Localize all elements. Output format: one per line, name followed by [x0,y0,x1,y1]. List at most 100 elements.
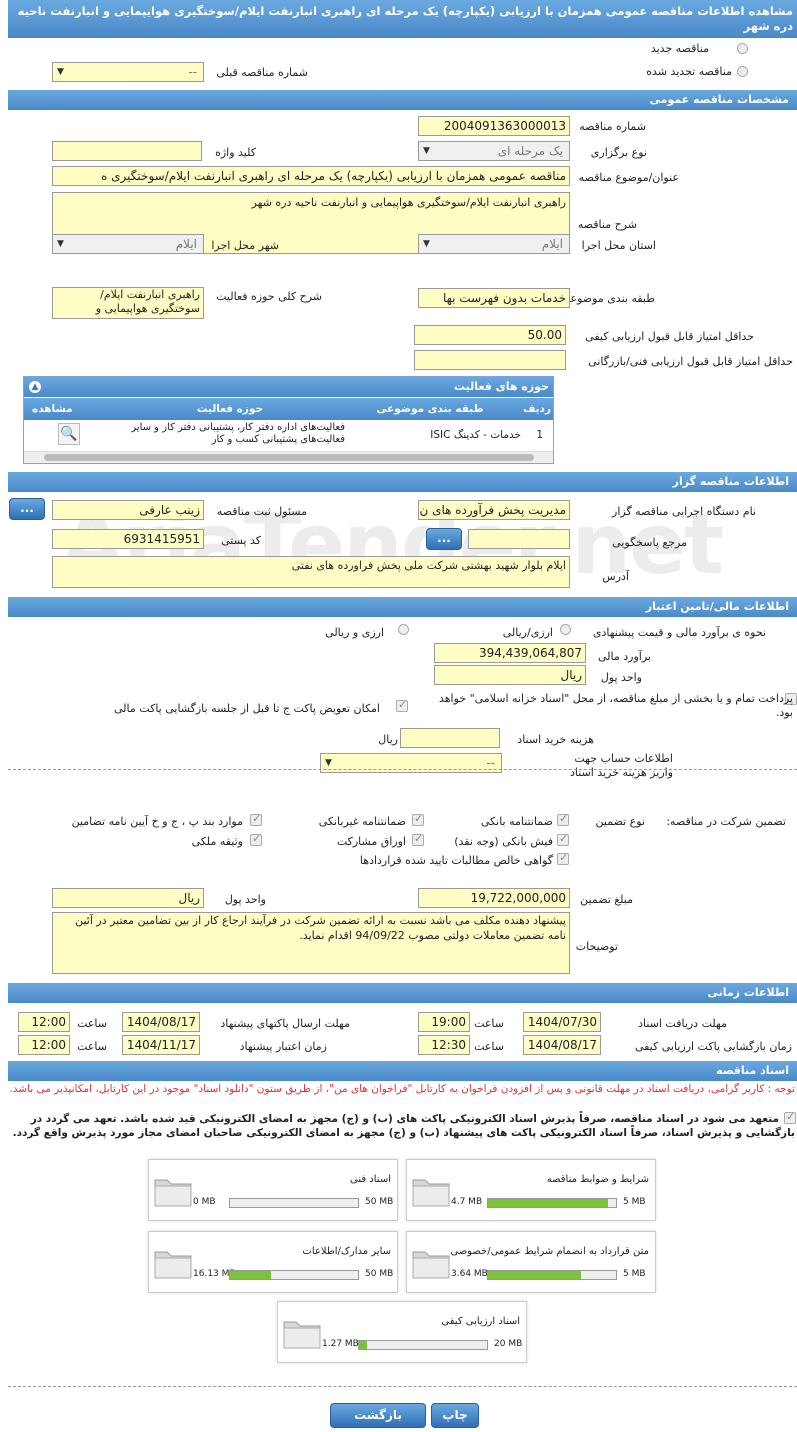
validity-label: زمان اعتبار پیشنهاد [239,1040,327,1053]
print-button[interactable]: چاپ [431,1403,479,1428]
keyword-label: کلید واژه [215,146,256,159]
bonds-label: اوراق مشارکت [336,835,406,848]
scrollbar-thumb[interactable] [44,454,534,461]
folder-icon [154,1179,192,1207]
receive-date-field: 1404/07/30 [523,1012,601,1032]
renewed-tender-radio[interactable] [737,66,748,77]
table-row: 1 خدمات - کدینگ ISIC فعالیت‌های اداره دف… [24,421,553,449]
organizer-section-header: اطلاعات مناقصه گزار [8,472,797,492]
subject-field: مناقصه عمومی همزمان با ارزیابی (یکپارچه)… [52,166,570,186]
view-icon[interactable]: 🔍 [58,423,80,445]
articles-checkbox[interactable] [250,812,262,826]
col-field: حوزه فعالیت [196,403,264,415]
notes-field: پیشنهاد دهنده مکلف می باشد نسبت به ارائه… [52,912,570,974]
opening-time-field: 12:30 [418,1035,470,1055]
activities-panel: حوزه های فعالیت ▲ ردیف طبقه بندی موضوعی … [23,376,554,464]
estimate-field: 394,439,064,807 [434,643,586,663]
reference-lookup-button[interactable]: ... [426,528,462,550]
validity-time-label: ساعت [77,1040,107,1053]
property-checkbox[interactable] [250,832,262,846]
claims-label: گواهی خالص مطالبات تایید شده قراردادها [359,854,553,867]
property-label: وثیقه ملکی [191,835,243,848]
address-field: ایلام بلوار شهید بهشتی شرکت ملی پخش فراو… [52,556,570,588]
account-label: اطلاعات حساب جهت واریز هزینه خرید اسناد [570,752,673,779]
chevron-down-icon: ▼ [57,239,64,249]
cheque-label: فیش بانکی (وجه نقد) [454,835,553,848]
postal-code-field: 6931415951 [52,529,204,549]
officer-lookup-button[interactable]: ... [9,498,45,520]
tender-number-field: 2004091363000013 [418,116,570,136]
rial-fx-label: ارزی/ریالی [502,626,553,639]
cheque-checkbox[interactable] [557,832,569,846]
min-tech-field [414,350,566,370]
chevron-down-icon: ▼ [423,146,430,156]
file-progress [358,1340,488,1350]
category-field: خدمات بدون فهرست بها [418,288,570,308]
commitment-text: متعهد می شود در اسناد مناقصه، صرفاً پذیر… [12,1113,795,1139]
currency-field: ریال [434,665,586,685]
receive-time-label: ساعت [474,1017,504,1030]
nonbank-guarantee-checkbox[interactable] [412,812,424,826]
tender-type-select[interactable]: یک مرحله ای ▼ [418,141,570,161]
activities-header: حوزه های فعالیت ▲ [24,377,553,397]
file-card[interactable]: متن قرارداد به انضمام شرایط عمومی/خصوصی … [406,1231,656,1293]
min-quality-field: 50.00 [414,325,566,345]
min-tech-label: حداقل امتیاز قابل قبول ارزیابی فنی/بازرگ… [588,355,793,368]
bank-guarantee-checkbox[interactable] [557,812,569,826]
new-tender-radio[interactable] [737,43,748,54]
city-label: شهر محل اجرا [211,239,279,252]
prev-number-select[interactable]: -- ▼ [52,62,204,82]
collapse-icon[interactable]: ▲ [29,381,41,393]
tender-number-label: شماره مناقصه [579,120,646,133]
send-date-field: 1404/08/17 [122,1012,200,1032]
opening-label: زمان بازگشایی پاکت ارزیابی کیفی [634,1040,792,1053]
estimate-label: برآورد مالی [598,650,651,663]
validity-time-field: 12:00 [18,1035,70,1055]
opening-time-label: ساعت [474,1040,504,1053]
city-select[interactable]: ایلام ▼ [52,234,204,254]
file-card[interactable]: شرایط و ضوابط مناقصه 4.7 MB 5 MB [406,1159,656,1221]
file-card[interactable]: سایر مدارک/اطلاعات 16.13 MB 50 MB [148,1231,398,1293]
guarantee-type-label: نوع تضمین [595,815,645,828]
prev-number-label: شماره مناقصه قبلی [216,66,308,79]
finance-section-header: اطلاعات مالی/تامین اعتبار [8,597,797,617]
guarantee-currency-label: واحد پول [224,893,266,906]
file-card[interactable]: اسناد ارزیابی کیفی 1.27 MB 20 MB [277,1301,527,1363]
opening-date-field: 1404/08/17 [523,1035,601,1055]
file-card[interactable]: اسناد فنی 0 MB 50 MB [148,1159,398,1221]
org-name-field: مدیریت پخش فرآورده های ن [418,500,570,520]
reference-field [468,529,570,549]
rial-fx-radio[interactable] [560,624,571,635]
officer-field: زینب عارفی [52,500,204,520]
documents-section-header: اسناد مناقصه [8,1061,797,1081]
envelope-replace-checkbox[interactable] [396,698,408,712]
org-name-label: نام دستگاه اجرایی مناقصه گزار [612,505,756,518]
chevron-down-icon: ▼ [57,67,64,77]
guarantee-currency-field: ریال [52,888,204,908]
claims-checkbox[interactable] [557,851,569,865]
col-view: مشاهده [32,403,73,415]
file-name: متن قرارداد به انضمام شرایط عمومی/خصوصی [450,1246,649,1257]
horizontal-scrollbar[interactable] [24,451,553,463]
guarantee-amount-field: 19,722,000,000 [418,888,570,908]
tender-type-label: نوع برگزاری [590,146,647,159]
col-category: طبقه بندی موضوعی [376,403,484,415]
keyword-field [52,141,202,161]
row-field: فعالیت‌های اداره دفتر کار، پشتیبانی دفتر… [131,422,345,445]
folder-icon [283,1321,321,1349]
province-select[interactable]: ایلام ▼ [418,234,570,254]
tender-type-value: یک مرحله ای [497,144,563,158]
guarantee-amount-label: مبلغ تضمین [580,893,633,906]
fx-and-rial-radio[interactable] [398,624,409,635]
city-value: ایلام [175,237,197,251]
officer-label: مسئول ثبت مناقصه [216,505,307,518]
send-deadline-label: مهلت ارسال پاکتهای پیشنهاد [220,1017,350,1030]
estimate-method-label: نحوه ی برآورد مالی و قیمت پیشنهادی [592,626,766,639]
renewed-tender-label: مناقصه تجدید شده [646,65,732,78]
scope-label: شرح کلی حوزه فعالیت [216,290,322,303]
file-name: شرایط و ضوابط مناقصه [546,1174,649,1185]
back-button[interactable]: بازگشت [330,1403,426,1428]
bonds-checkbox[interactable] [412,832,424,846]
documents-notice: توجه : کاربر گرامی، دریافت اسناد در مهلت… [9,1083,795,1095]
account-select[interactable]: -- ▼ [320,753,502,773]
